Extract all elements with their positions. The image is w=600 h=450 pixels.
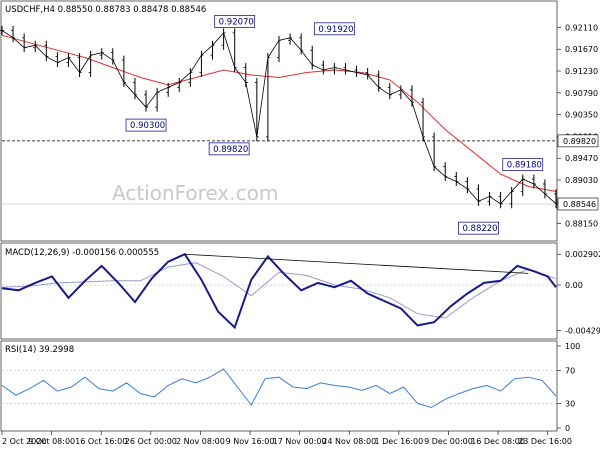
price-y-tick-label: 0.89030 <box>565 176 598 185</box>
x-tick-label: 16 Dec 08:00 <box>471 437 525 446</box>
price-y-tick-label: 0.91670 <box>565 45 598 54</box>
support-level-label: 0.89820 <box>563 137 596 146</box>
macd-y-tick-label: -0.004297 <box>565 327 600 336</box>
x-tick-label: 23 Dec 16:00 <box>518 437 572 446</box>
x-tick-label: 9 Oct 08:00 <box>28 437 75 446</box>
x-tick-label: 1 Dec 16:00 <box>375 437 424 446</box>
x-tick-label: 16 Oct 16:00 <box>75 437 127 446</box>
price-y-tick-label: 0.91230 <box>565 67 598 76</box>
price-annotation-label: 0.92070 <box>219 17 254 27</box>
price-annotation-label: 0.89820 <box>213 145 248 155</box>
x-tick-label: 9 Nov 16:00 <box>226 437 275 446</box>
watermark: ActionForex.com <box>112 181 278 205</box>
price-y-tick-label: 0.90790 <box>565 89 598 98</box>
x-tick-label: 24 Nov 08:00 <box>322 437 376 446</box>
price-y-tick-label: 0.89470 <box>565 154 598 163</box>
macd-header: MACD(12,26,9) -0.000156 0.000555 <box>5 248 159 258</box>
rsi-y-tick-label: 0 <box>565 424 570 433</box>
price-annotation-label: 0.89180 <box>507 161 542 171</box>
x-tick-label: 26 Oct 00:00 <box>125 437 177 446</box>
price-y-tick-label: 0.90350 <box>565 111 598 120</box>
price-annotation-label: 0.88220 <box>462 224 497 234</box>
x-tick-label: 2 Nov 08:00 <box>176 437 225 446</box>
rsi-y-tick-label: 30 <box>565 399 575 408</box>
chart-root: USDCHF,H4 0.88550 0.88783 0.88478 0.8854… <box>0 0 600 450</box>
price-header: USDCHF,H4 0.88550 0.88783 0.88478 0.8854… <box>5 5 206 15</box>
macd-y-tick-label: 0.00 <box>565 281 583 290</box>
macd-y-tick-label: 0.002902 <box>565 250 600 259</box>
rsi-y-tick-label: 100 <box>565 342 580 351</box>
x-tick-label: 9 Dec 00:00 <box>424 437 473 446</box>
x-tick-label: 17 Nov 00:00 <box>273 437 327 446</box>
price-annotation-label: 0.91920 <box>318 25 353 35</box>
rsi-y-tick-label: 70 <box>565 367 575 376</box>
price-y-tick-label: 0.88150 <box>565 220 598 229</box>
current-price-label: 0.88546 <box>563 200 596 209</box>
rsi-header: RSI(14) 39.2998 <box>5 345 74 355</box>
price-y-tick-label: 0.92110 <box>565 23 598 32</box>
price-annotation-label: 0.90300 <box>130 121 165 131</box>
